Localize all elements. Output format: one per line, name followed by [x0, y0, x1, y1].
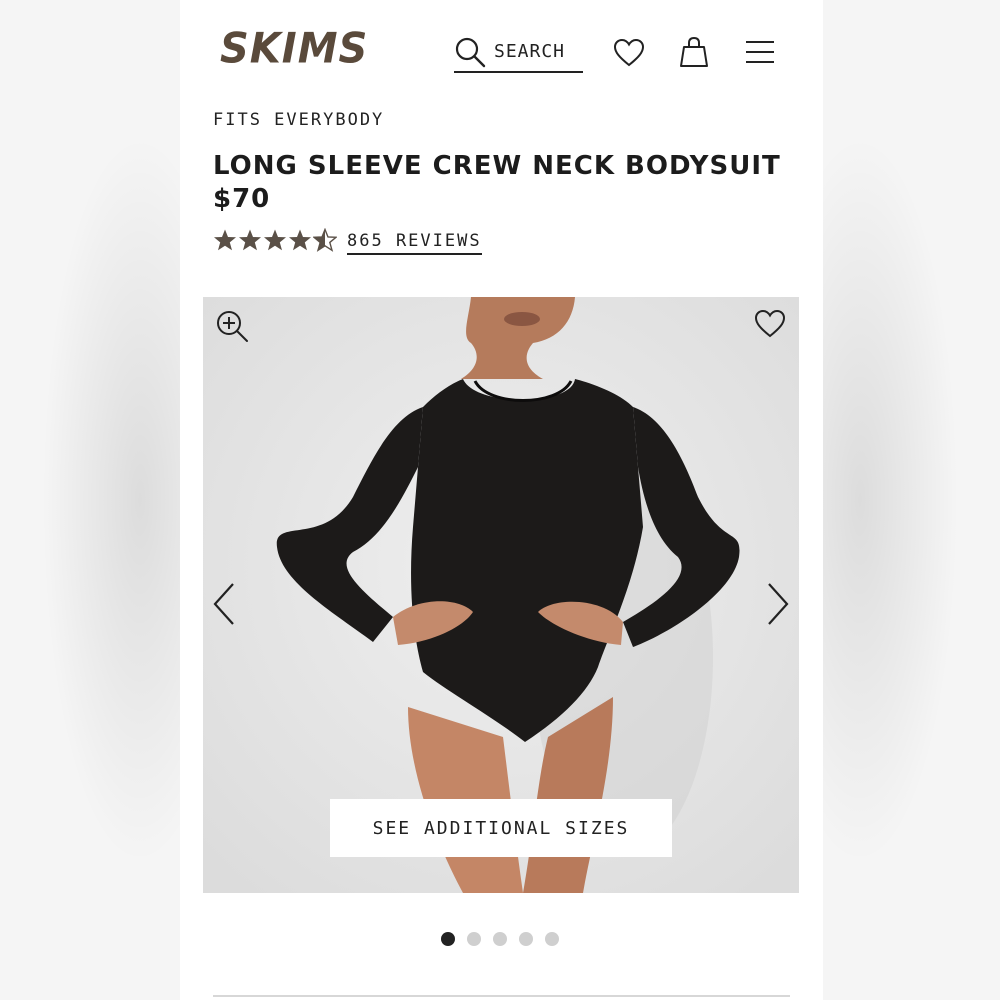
heart-icon [613, 38, 645, 67]
star-half-icon [313, 228, 337, 252]
carousel-dot[interactable] [519, 932, 533, 946]
carousel-dot[interactable] [467, 932, 481, 946]
hamburger-menu-icon [746, 41, 774, 63]
search-icon [455, 37, 486, 67]
product-image-gallery[interactable]: SEE ADDITIONAL SIZES [203, 297, 799, 893]
reviews-link[interactable]: 865 REVIEWS [347, 231, 482, 255]
brand-logo[interactable]: SKIMS [220, 25, 368, 73]
carousel-dot[interactable] [441, 932, 455, 946]
previous-image-button[interactable] [209, 581, 239, 632]
menu-button[interactable] [744, 40, 776, 69]
collection-label: FITS EVERYBODY [213, 110, 385, 130]
carousel-dot[interactable] [545, 932, 559, 946]
site-header: SKIMS SEARCH [180, 0, 823, 100]
chevron-right-icon [768, 583, 789, 625]
chevron-left-icon [213, 583, 234, 625]
next-image-button[interactable] [763, 581, 793, 632]
product-page: SKIMS SEARCH FITS EVERYBODY LONG SLEEVE … [180, 0, 823, 1000]
search-button[interactable]: SEARCH [454, 32, 583, 73]
rating-stars [213, 228, 337, 252]
see-additional-sizes-button[interactable]: SEE ADDITIONAL SIZES [330, 799, 672, 857]
favorite-image-button[interactable] [753, 309, 787, 344]
zoom-button[interactable] [215, 309, 249, 348]
star-icon [289, 229, 311, 251]
search-label: SEARCH [494, 41, 566, 62]
cart-button[interactable] [679, 36, 709, 73]
heart-icon [754, 309, 786, 338]
product-title: LONG SLEEVE CREW NECK BODYSUIT [213, 151, 781, 181]
section-divider [213, 995, 790, 997]
shopping-bag-icon [680, 36, 708, 67]
wishlist-button[interactable] [613, 38, 645, 73]
carousel-dots [441, 932, 559, 946]
product-price: $70 [213, 184, 271, 214]
star-icon [214, 229, 236, 251]
zoom-in-icon [217, 311, 248, 342]
star-icon [264, 229, 286, 251]
star-icon [239, 229, 261, 251]
carousel-dot[interactable] [493, 932, 507, 946]
